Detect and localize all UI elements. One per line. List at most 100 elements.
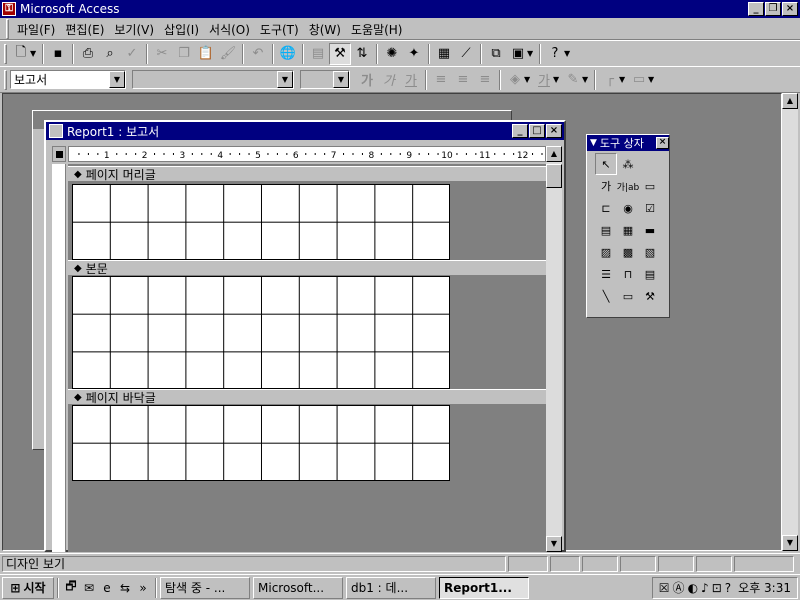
chevron-down-icon[interactable]: ▼ [333,71,349,88]
new-object-dropdown-arrow[interactable]: ▼ [527,49,534,58]
show-desktop-icon[interactable]: 🗗 [62,579,80,597]
line-color-icon[interactable]: ✎ [562,69,584,91]
help-icon[interactable]: ? [544,43,566,65]
font-name-combo[interactable]: ▼ [132,70,294,89]
italic-button[interactable]: 가 [378,69,400,91]
tray-icon[interactable]: Ⓐ [673,579,685,596]
detail-bar[interactable]: ◆ 본문 [68,260,546,276]
vertical-ruler[interactable] [52,164,66,552]
code-icon[interactable]: ✦ [403,43,425,65]
report-window-titlebar[interactable]: Report1 : 보고서 _ □ × [46,122,564,140]
control-wizards-icon[interactable]: ⁂ [617,153,639,175]
scroll-down-icon[interactable]: ▼ [546,536,562,552]
report-close-button[interactable]: × [546,124,562,138]
menu-format[interactable]: 서식(O) [204,21,255,38]
menu-window[interactable]: 창(W) [304,21,346,38]
special-effect-icon[interactable]: ▭ [628,69,650,91]
task-microsoft-access[interactable]: Microsoft... [253,576,343,599]
design-canvas[interactable]: ◆ 페이지 머리글 ◆ 본문 ◆ 페이지 바닥글 [68,164,546,552]
scroll-thumb[interactable] [546,164,562,188]
task-report1[interactable]: Report1... [439,576,529,599]
format-painter-icon[interactable]: 🖌 [217,43,239,65]
page-footer-section[interactable] [72,405,450,481]
select-objects-icon[interactable]: ↖ [595,153,617,175]
menu-grip[interactable] [6,19,9,39]
font-size-combo[interactable]: ▼ [300,70,350,89]
scroll-down-icon[interactable]: ▼ [782,535,798,551]
detail-section[interactable] [72,276,450,389]
page-header-section[interactable] [72,184,450,260]
line-width-dropdown-arrow[interactable]: ▼ [619,75,626,84]
fill-color-dropdown-arrow[interactable]: ▼ [524,75,531,84]
option-button-icon[interactable]: ◉ [617,197,639,219]
report-maximize-button[interactable]: □ [529,124,545,138]
sorting-grouping-icon[interactable]: ⇅ [351,43,373,65]
minimize-button[interactable]: _ [748,2,764,16]
access-key-icon[interactable]: ⚿ [2,2,16,16]
toolbox-icon[interactable]: ⚒ [329,42,351,65]
internet-explorer-icon[interactable]: e [98,579,116,597]
font-color-icon[interactable]: 가 [533,69,555,91]
align-right-icon[interactable]: ≡ [474,69,496,91]
tray-icon[interactable]: ☒ [659,581,670,595]
toolbox-close-button[interactable]: × [656,137,669,149]
start-button[interactable]: ⊞ 시작 [2,576,54,599]
bound-object-frame-icon[interactable]: ▧ [639,241,661,263]
toolbox-panel[interactable]: ▼ 도구 상자 × ↖ ⁂ 가 가|ab ▭ ⊏ ◉ ☑ ▤ ▦ ▬ ▨ ▩ ▧… [586,134,670,318]
task-db1[interactable]: db1 : 데... [346,576,436,599]
menu-edit[interactable]: 편집(E) [60,21,109,38]
autoformat-icon[interactable]: ✺ [381,43,403,65]
scroll-up-icon[interactable]: ▲ [546,146,562,162]
help-dropdown-arrow[interactable]: ▼ [564,49,571,58]
channels-icon[interactable]: ⇆ [116,579,134,597]
bold-button[interactable]: 가 [356,69,378,91]
toolbar-grip[interactable] [4,69,7,90]
toolbar-grip[interactable] [4,43,7,64]
tray-icon[interactable]: ♪ [701,581,709,595]
print-icon[interactable]: ⎙ [77,43,99,65]
tab-control-icon[interactable]: ⊓ [617,263,639,285]
image-icon[interactable]: ▨ [595,241,617,263]
align-left-icon[interactable]: ≡ [430,69,452,91]
textbox-tool-icon[interactable]: 가|ab [617,175,640,197]
field-list-icon[interactable]: ▤ [307,43,329,65]
workspace-scrollbar[interactable]: ▲ ▼ [782,93,798,551]
view-dropdown-arrow[interactable]: ▼ [30,49,37,58]
undo-icon[interactable]: ↶ [247,43,269,65]
toolbox-titlebar[interactable]: ▼ 도구 상자 × [587,135,669,151]
more-controls-icon[interactable]: ⚒ [639,285,661,307]
object-combo[interactable]: 보고서 ▼ [10,70,126,89]
chevron-down-icon[interactable]: ▼ [277,71,293,88]
label-tool-icon[interactable]: 가 [595,175,617,197]
view-icon[interactable]: 🗋 [10,43,32,65]
rectangle-tool-icon[interactable]: ▭ [617,285,639,307]
report-design-window[interactable]: Report1 : 보고서 _ □ × 1 2 3 4 5 6 7 8 9 10 11 12 ◆ 페이… [44,120,566,552]
page-break-icon[interactable]: ☰ [595,263,617,285]
menu-view[interactable]: 보기(V) [109,21,159,38]
page-header-bar[interactable]: ◆ 페이지 머리글 [68,166,546,182]
horizontal-ruler[interactable]: 1 2 3 4 5 6 7 8 9 10 11 12 [68,146,546,162]
report-icon[interactable] [49,124,63,138]
print-preview-icon[interactable]: ⌕ [99,43,121,65]
special-effect-dropdown-arrow[interactable]: ▼ [648,75,655,84]
copy-icon[interactable]: ❐ [173,43,195,65]
tray-icon[interactable]: ◐ [688,581,698,595]
menu-help[interactable]: 도움말(H) [346,21,408,38]
font-color-dropdown-arrow[interactable]: ▼ [553,75,560,84]
report-vertical-scrollbar[interactable]: ▲ ▼ [546,146,562,552]
menu-insert[interactable]: 삽입(I) [159,21,204,38]
new-object-icon[interactable]: ▣ [507,43,529,65]
subform-icon[interactable]: ▤ [639,263,661,285]
chevron-down-icon[interactable]: ▼ [109,71,125,88]
checkbox-icon[interactable]: ☑ [639,197,661,219]
command-button-icon[interactable]: ▬ [639,219,661,241]
paste-icon[interactable]: 📋 [195,43,217,65]
menu-tools[interactable]: 도구(T) [255,21,304,38]
save-icon[interactable]: ▪ [47,43,69,65]
hyperlink-icon[interactable]: 🌐 [277,43,299,65]
line-width-icon[interactable]: ┌ [599,69,621,91]
list-box-icon[interactable]: ▦ [617,219,639,241]
close-button[interactable]: × [782,2,798,16]
clock[interactable]: 오후 3:31 [738,579,791,596]
properties-icon[interactable]: ▦ [433,43,455,65]
